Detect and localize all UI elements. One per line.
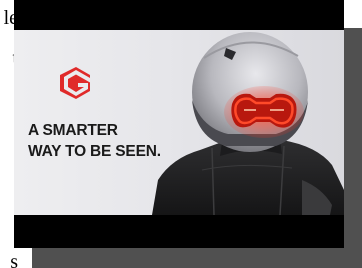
video-headline: A SMARTER WAY TO BE SEEN. — [28, 120, 161, 162]
brake-light-logo-icon — [60, 67, 90, 99]
video-player[interactable]: A SMARTER WAY TO BE SEEN. — [14, 0, 344, 248]
page: le t s A SMARTER WAY TO BE SEEN. — [0, 0, 362, 268]
letterbox-bottom-bar — [14, 215, 344, 248]
headline-line: A SMARTER — [28, 122, 118, 139]
letterbox-top-bar — [14, 0, 344, 30]
headline-line: WAY TO BE SEEN. — [28, 143, 161, 160]
video-thumbnail[interactable]: A SMARTER WAY TO BE SEEN. — [14, 30, 344, 215]
surrounding-text-fragment: s — [10, 252, 18, 268]
motorcycle-rider-image — [152, 32, 344, 215]
